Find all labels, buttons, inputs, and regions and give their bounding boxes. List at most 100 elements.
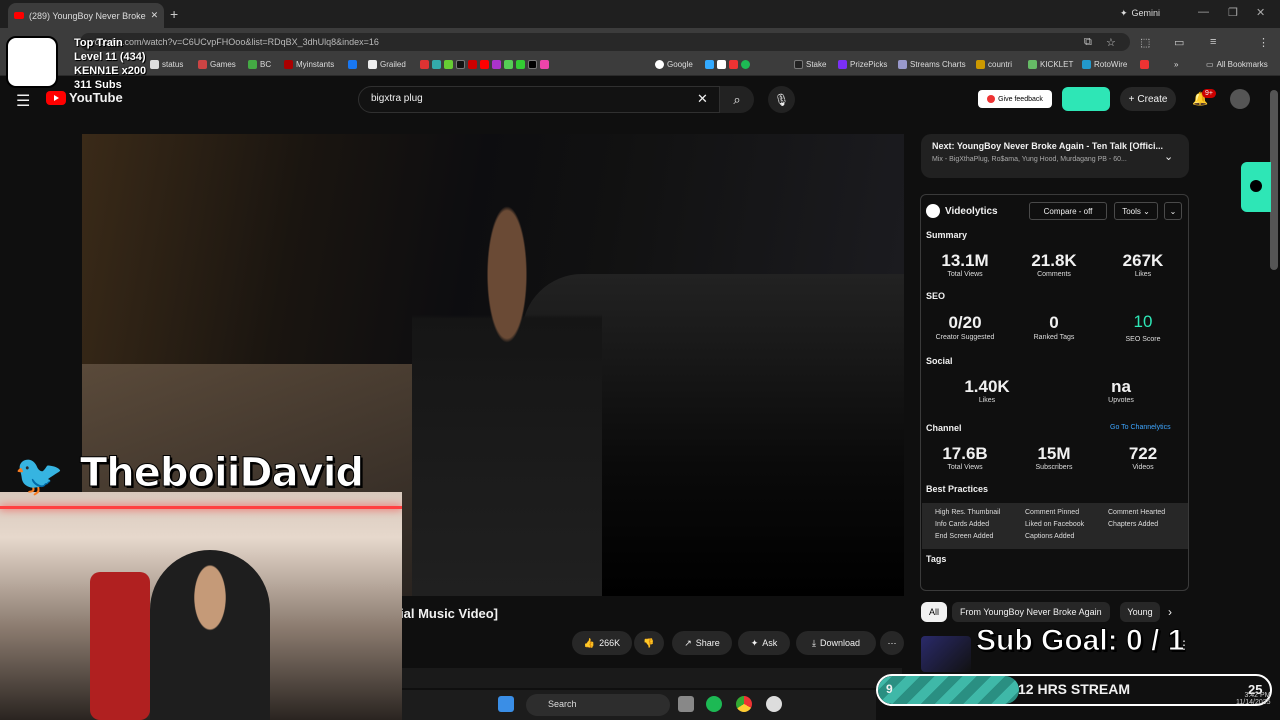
all-bookmarks[interactable]: ▭ All Bookmarks [1206,60,1268,69]
twitter-bird-icon: 🐦 [14,454,64,498]
share-button[interactable]: ↗ Share [672,631,732,655]
subscribers-label: Subscribers [1035,464,1073,471]
maximize-icon[interactable]: ❐ [1228,6,1238,19]
chip-all[interactable]: All [921,602,948,622]
search-button[interactable]: ⌕ [720,86,754,113]
hamburger-menu-icon[interactable]: ☰ [16,91,30,111]
spotify-icon[interactable] [706,696,722,712]
taskbar-search[interactable]: Search [526,694,670,716]
task-view-icon[interactable] [678,696,694,712]
seo-heading: SEO [926,291,946,301]
windows-start-icon[interactable] [498,696,514,712]
like-count: 266K [599,638,621,648]
page-scrollbar[interactable] [1270,90,1278,270]
search-input[interactable]: bigxtra plug [358,86,720,113]
chevron-right-icon[interactable]: › [1168,605,1172,619]
address-bar[interactable]: youtube.com/watch?v=C6UCvpFHOoo&list=RDq… [80,33,1130,51]
feedback-icon [987,95,996,103]
social-likes-value: 1.40K [964,377,1010,396]
bookmark-item[interactable]: KICKLET [1028,60,1073,69]
more-actions-button[interactable]: ⋯ [880,631,904,655]
description-box[interactable] [402,668,902,688]
sidepanel-icon[interactable]: ▭ [1174,36,1184,49]
create-button[interactable]: + Create [1120,87,1176,111]
more-icon[interactable]: ⋮ [1178,638,1190,652]
extensions-icon[interactable]: ⬚ [1140,36,1150,49]
stream-progress-start: 9 [886,682,893,696]
chrome-icon[interactable] [736,696,752,712]
bookmark-item[interactable] [348,60,357,69]
bookmark-label: Grailed [380,60,406,69]
tools-label: Tools [1122,206,1141,216]
feedback-label: Give feedback [998,95,1043,103]
bookmark-icon-row[interactable] [705,60,750,69]
ask-label: Ask [762,638,778,648]
up-next-title: Next: YoungBoy Never Broke Again - Ten T… [932,141,1164,151]
close-icon[interactable]: ✕ [151,10,159,21]
clear-search-icon[interactable]: ✕ [697,91,708,107]
media-icon[interactable]: ≡ [1210,36,1216,48]
download-label: Download [819,638,860,648]
compare-button[interactable]: Compare - off [1029,202,1107,220]
collapse-button[interactable]: ⌄ [1164,202,1182,220]
app-icon[interactable] [766,696,782,712]
all-bookmarks-label: All Bookmarks [1216,60,1268,69]
bookmark-item[interactable]: BC [248,60,271,69]
bookmark-label: RotoWire [1094,60,1128,69]
more-bookmarks-icon[interactable]: » [1174,60,1178,69]
minimize-icon[interactable]: — [1198,6,1209,18]
bookmark-icon-row[interactable] [420,60,549,69]
video-frame-person [412,194,602,596]
bookmark-item[interactable]: RotoWire [1082,60,1127,69]
creator-suggested-label: Creator Suggested [935,334,995,341]
search-icon: ⌕ [733,91,741,107]
tools-dropdown[interactable]: Tools ⌄ [1114,202,1158,220]
playlist-thumbnail[interactable] [921,636,971,672]
clock-date: 11/14/2025 [1236,699,1271,706]
close-window-icon[interactable]: ✕ [1256,6,1265,19]
install-icon[interactable]: ⧉ [1084,36,1092,49]
dislike-button[interactable]: 👎 [634,631,664,655]
extension-toggle-button[interactable] [1062,87,1110,111]
mic-icon: 🎙 [773,92,790,107]
bookmark-item[interactable]: Google [655,60,693,69]
bookmark-item[interactable]: Games [198,60,236,69]
train-level: Level 11 (434) [74,51,146,63]
train-title: Top Train [74,37,123,49]
bookmark-item[interactable]: countri [976,60,1012,69]
chevron-down-icon[interactable]: ⌄ [1164,150,1173,163]
download-button[interactable]: ⤓ Download [796,631,876,655]
upvotes-value: na [1111,377,1131,396]
bookmark-item[interactable]: PrizePicks [838,60,887,69]
youtube-logo[interactable]: YouTube [46,90,123,105]
up-next-card[interactable]: Next: YoungBoy Never Broke Again - Ten T… [921,134,1189,178]
like-button[interactable]: 👍 266K [572,631,632,655]
bookmark-item[interactable]: Streams Charts [898,60,966,69]
total-views-label: Total Views [947,271,983,278]
comments-value: 21.8K [1031,251,1077,270]
bookmark-label: Myinstants [296,60,335,69]
voice-search-button[interactable]: 🎙 [768,86,795,113]
star-icon[interactable]: ☆ [1106,36,1116,49]
new-tab-button[interactable]: + [170,6,178,22]
menu-icon[interactable]: ⋮ [1258,36,1269,49]
give-feedback-button[interactable]: Give feedback [978,90,1052,108]
chip-young[interactable]: Young [1120,602,1160,622]
chip-from-channel[interactable]: From YoungBoy Never Broke Again [952,602,1110,622]
channel-views-label: Total Views [947,464,983,471]
twitter-handle: TheboiiDavid [79,450,364,497]
likes-value: 267K [1122,251,1164,270]
channelytics-link[interactable]: Go To Channelytics [1110,424,1171,431]
bp-item: Captions Added [1025,533,1075,540]
gemini-button[interactable]: ✦ Gemini [1120,8,1160,19]
bookmark-item[interactable]: status [150,60,183,69]
browser-tab[interactable]: (289) YoungBoy Never Broke ✕ [8,3,164,28]
bookmark-item[interactable]: Myinstants [284,60,334,69]
bookmark-item[interactable]: Grailed [368,60,406,69]
bookmark-item[interactable]: Stake [794,60,826,69]
ranked-tags-label: Ranked Tags [1033,334,1075,341]
avatar[interactable] [1230,89,1250,109]
bookmark-item[interactable] [1140,60,1149,69]
ask-button[interactable]: ✦ Ask [738,631,790,655]
video-title: ial Music Video] [400,606,499,621]
